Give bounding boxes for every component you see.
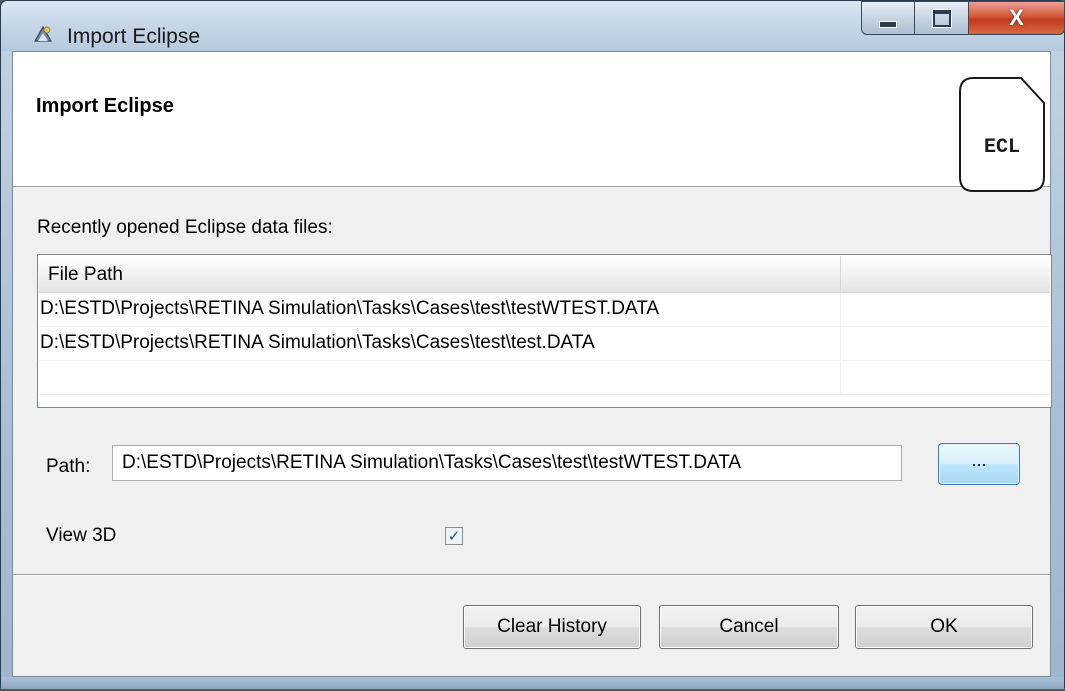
file-path-cell	[39, 361, 841, 395]
separator	[13, 574, 1050, 576]
path-input[interactable]	[112, 445, 902, 481]
dialog-header: Import Eclipse	[13, 52, 1050, 187]
view-3d-checkbox[interactable]: ✓	[445, 527, 463, 545]
recent-files-label: Recently opened Eclipse data files:	[37, 217, 333, 238]
table-row[interactable]: D:\ESTD\Projects\RETINA Simulation\Tasks…	[39, 293, 1050, 327]
clear-history-button[interactable]: Clear History	[463, 605, 641, 649]
file-path-cell: D:\ESTD\Projects\RETINA Simulation\Tasks…	[39, 327, 841, 361]
cancel-button[interactable]: Cancel	[659, 605, 839, 649]
import-eclipse-window: Import Eclipse X Import Eclipse ECL Rece…	[0, 0, 1065, 689]
ok-button[interactable]: OK	[855, 605, 1033, 649]
file-path-cell: D:\ESTD\Projects\RETINA Simulation\Tasks…	[39, 293, 841, 327]
table-row[interactable]	[39, 361, 1050, 395]
table-row[interactable]: D:\ESTD\Projects\RETINA Simulation\Tasks…	[39, 327, 1050, 361]
dialog-client-area: Import Eclipse ECL Recently opened Eclip…	[12, 51, 1052, 677]
window-bottom-frame	[1, 677, 1064, 689]
ecl-file-icon: ECL	[959, 77, 1045, 192]
checkmark-icon: ✓	[447, 527, 461, 545]
maximize-button[interactable]	[915, 1, 969, 35]
path-label: Path:	[46, 456, 91, 477]
recent-files-table: File Path D:\ESTD\Projects\RETINA Simula…	[37, 254, 1052, 408]
column-header-file-path[interactable]: File Path	[39, 256, 841, 293]
browse-button[interactable]: ...	[938, 443, 1020, 485]
dialog-header-title: Import Eclipse	[36, 95, 174, 117]
close-button[interactable]: X	[969, 1, 1065, 35]
title-bar[interactable]: Import Eclipse X	[1, 1, 1065, 51]
caption-buttons: X	[861, 1, 1065, 36]
column-header-filler	[841, 256, 1050, 293]
eclipse-app-icon	[33, 25, 53, 42]
close-icon: X	[1009, 5, 1024, 30]
ecl-icon-label: ECL	[984, 136, 1020, 159]
minimize-icon	[879, 20, 897, 28]
window-title: Import Eclipse	[67, 25, 201, 48]
maximize-icon	[932, 9, 951, 27]
view-3d-label: View 3D	[46, 525, 117, 546]
minimize-button[interactable]	[861, 1, 915, 35]
